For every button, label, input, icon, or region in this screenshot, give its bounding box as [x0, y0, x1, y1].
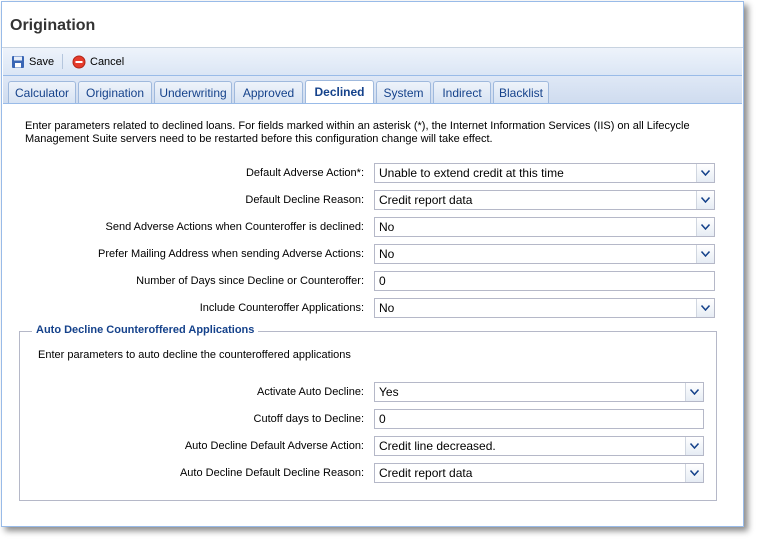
chevron-down-icon[interactable]	[685, 437, 703, 455]
cancel-icon	[72, 55, 86, 69]
send-adverse-actions-select[interactable]: No	[374, 217, 715, 237]
tab-system[interactable]: System	[376, 81, 431, 103]
tab-declined[interactable]: Declined	[305, 80, 374, 103]
prefer-mailing-address-select[interactable]: No	[374, 244, 715, 264]
floppy-disk-icon	[12, 56, 24, 68]
toolbar: Save Cancel	[3, 48, 742, 76]
auto-decline-decline-reason-label: Auto Decline Default Decline Reason:	[179, 467, 364, 479]
default-decline-reason-value: Credit report data	[379, 193, 473, 207]
include-counteroffer-label: Include Counteroffer Applications:	[199, 302, 364, 314]
include-counteroffer-value: No	[379, 301, 395, 315]
save-button[interactable]: Save	[11, 53, 54, 71]
prefer-mailing-address-label: Prefer Mailing Address when sending Adve…	[98, 248, 364, 260]
default-adverse-action-label: Default Adverse Action*:	[245, 167, 364, 179]
activate-auto-decline-value: Yes	[379, 385, 399, 399]
cutoff-days-label: Cutoff days to Decline:	[253, 413, 364, 425]
days-since-decline-input[interactable]: 0	[374, 271, 715, 291]
auto-decline-legend: Auto Decline Counteroffered Applications	[32, 324, 259, 336]
tab-underwriting[interactable]: Underwriting	[154, 81, 232, 103]
chevron-down-icon[interactable]	[696, 245, 714, 263]
chevron-down-icon[interactable]	[696, 164, 714, 182]
auto-decline-adverse-action-select[interactable]: Credit line decreased.	[374, 436, 704, 456]
default-decline-reason-select[interactable]: Credit report data	[374, 190, 715, 210]
prefer-mailing-address-value: No	[379, 247, 395, 261]
default-adverse-action-value: Unable to extend credit at this time	[379, 166, 564, 180]
toolbar-separator	[62, 54, 63, 69]
auto-decline-adverse-action-value: Credit line decreased.	[379, 439, 496, 453]
activate-auto-decline-select[interactable]: Yes	[374, 382, 704, 402]
chevron-down-icon[interactable]	[685, 383, 703, 401]
send-adverse-actions-label: Send Adverse Actions when Counteroffer i…	[105, 221, 364, 233]
days-since-decline-label: Number of Days since Decline or Countero…	[136, 275, 364, 287]
chevron-down-icon[interactable]	[696, 299, 714, 317]
chevron-down-icon[interactable]	[696, 218, 714, 236]
intro-text: Enter parameters related to declined loa…	[25, 120, 690, 145]
default-decline-reason-label: Default Decline Reason:	[245, 194, 364, 206]
cutoff-days-input[interactable]: 0	[374, 409, 704, 429]
auto-decline-decline-reason-value: Credit report data	[379, 466, 473, 480]
chevron-down-icon[interactable]	[696, 191, 714, 209]
tab-approved[interactable]: Approved	[234, 81, 303, 103]
origination-window: Origination Save Cancel Calculator Origi…	[1, 1, 744, 527]
title-bar: Origination	[2, 2, 743, 48]
auto-decline-decline-reason-select[interactable]: Credit report data	[374, 463, 704, 483]
send-adverse-actions-value: No	[379, 220, 395, 234]
chevron-down-icon[interactable]	[685, 464, 703, 482]
include-counteroffer-select[interactable]: No	[374, 298, 715, 318]
declined-panel: Enter parameters related to declined loa…	[3, 104, 742, 526]
cancel-label: Cancel	[90, 56, 125, 68]
activate-auto-decline-label: Activate Auto Decline:	[256, 386, 364, 398]
tab-calculator[interactable]: Calculator	[8, 81, 76, 103]
tab-origination[interactable]: Origination	[78, 81, 152, 103]
cancel-button[interactable]: Cancel	[72, 53, 124, 71]
window-title: Origination	[10, 17, 96, 34]
default-adverse-action-select[interactable]: Unable to extend credit at this time	[374, 163, 715, 183]
tab-indirect[interactable]: Indirect	[433, 81, 491, 103]
auto-decline-adverse-action-label: Auto Decline Default Adverse Action:	[184, 440, 364, 452]
auto-decline-intro: Enter parameters to auto decline the cou…	[38, 349, 351, 361]
tab-blacklist[interactable]: Blacklist	[493, 81, 549, 103]
tab-strip: Calculator Origination Underwriting Appr…	[3, 76, 742, 104]
save-label: Save	[29, 56, 55, 68]
